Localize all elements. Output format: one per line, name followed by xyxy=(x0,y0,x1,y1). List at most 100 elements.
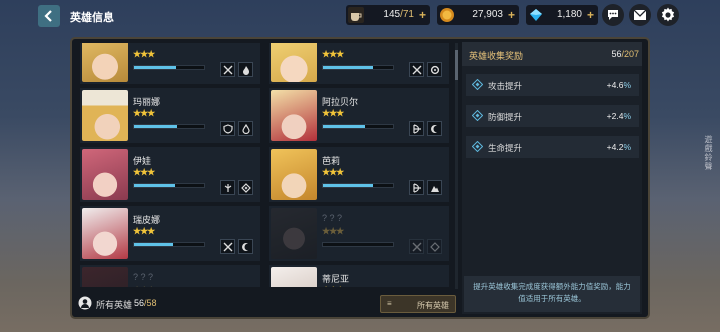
gear-icon xyxy=(430,65,439,74)
hero-name: 玛丽娜 xyxy=(133,97,161,107)
hero-name: ? ? ? xyxy=(322,213,343,223)
hero-silhouette-icon xyxy=(78,296,92,310)
staff-icon xyxy=(224,183,231,192)
gold-value: 27,903 xyxy=(472,9,503,20)
stat-row-attack: 攻击提升 +4.6% xyxy=(466,74,639,96)
hero-portrait xyxy=(82,90,128,141)
water-drop-icon xyxy=(241,123,250,134)
hero-stars: ★★★ xyxy=(322,226,344,236)
hero-name: 伊娃 xyxy=(133,156,152,166)
hero-stars: ★★★ xyxy=(322,285,344,287)
gem-counter[interactable]: 1,180 + xyxy=(526,5,598,25)
bow-icon xyxy=(412,123,421,134)
hero-xp-bar xyxy=(133,124,205,129)
chat-button[interactable] xyxy=(602,4,624,26)
stamina-value: 145/71 xyxy=(383,9,414,20)
hero-stars: ★★★ xyxy=(322,108,344,118)
hero-stars: ★★★ xyxy=(322,167,344,177)
class-badge xyxy=(409,62,424,77)
hero-stars: ★★★ xyxy=(133,49,155,59)
hero-portrait xyxy=(271,267,317,287)
hero-name: 瑞皮娜 xyxy=(133,215,161,225)
moon-icon xyxy=(430,124,437,133)
element-badge xyxy=(427,239,442,254)
gold-counter[interactable]: 27,903 + xyxy=(437,5,519,25)
back-button[interactable] xyxy=(38,5,60,27)
hero-name: 阿拉贝尔 xyxy=(322,97,359,107)
stat-label: 防御提升 xyxy=(488,112,523,122)
hero-xp-bar xyxy=(133,183,205,188)
shield-icon xyxy=(222,123,233,134)
hero-xp-bar xyxy=(322,65,394,70)
class-badge xyxy=(220,180,235,195)
mail-icon xyxy=(633,9,647,20)
element-badge xyxy=(427,180,442,195)
page-title: 英雄信息 xyxy=(70,12,114,24)
element-badge xyxy=(427,62,442,77)
hero-xp-bar xyxy=(322,242,394,247)
stat-row-hp: 生命提升 +4.2% xyxy=(466,136,639,158)
class-badge xyxy=(409,239,424,254)
stat-row-defense: 防御提升 +2.4% xyxy=(466,105,639,127)
coffee-cup-icon xyxy=(348,7,364,23)
fire-icon xyxy=(242,65,249,75)
stat-value: +2.4% xyxy=(606,111,631,121)
element-badge xyxy=(238,239,253,254)
hero-card[interactable]: ★★★ xyxy=(269,43,449,84)
hero-portrait xyxy=(82,267,128,287)
hero-stars: ★★★ xyxy=(133,167,155,177)
gem-value: 1,180 xyxy=(556,9,582,20)
hero-card[interactable]: 芭莉 ★★★ xyxy=(269,147,449,202)
stat-value: +4.2% xyxy=(606,142,631,152)
watermark: 遊戲鈴聲 xyxy=(704,135,713,171)
hero-name: ? ? ? xyxy=(133,272,154,282)
hero-xp-bar xyxy=(133,65,205,70)
add-gold-icon[interactable]: + xyxy=(508,8,515,22)
moon-icon xyxy=(241,242,248,251)
mail-button[interactable] xyxy=(629,4,651,26)
crossed-swords-icon xyxy=(412,242,421,251)
stat-label: 攻击提升 xyxy=(488,81,523,91)
diamond-icon xyxy=(530,9,542,21)
hero-card[interactable]: 伊娃 ★★★ xyxy=(80,147,260,202)
diamond-bullet-icon xyxy=(472,141,483,152)
hero-portrait xyxy=(82,43,128,82)
list-filter-icon: ≡ xyxy=(387,299,392,308)
stat-label: 生命提升 xyxy=(488,143,523,153)
element-badge xyxy=(238,62,253,77)
hero-card[interactable]: 蒂尼亚 ★★★ xyxy=(269,265,449,287)
element-badge xyxy=(238,121,253,136)
mountain-icon xyxy=(430,185,439,192)
hero-stars: ★★★ xyxy=(133,108,155,118)
diamond-rune-icon xyxy=(240,182,251,193)
gear-icon xyxy=(661,7,675,22)
hero-stars: ★★★ xyxy=(133,226,155,236)
hero-portrait xyxy=(82,208,128,259)
all-heroes-label: 所有英雄 xyxy=(96,300,133,310)
hero-card[interactable]: 玛丽娜 ★★★ xyxy=(80,88,260,143)
hero-card[interactable]: 阿拉贝尔 ★★★ xyxy=(269,88,449,143)
diamond-rune-icon xyxy=(429,241,440,252)
hero-grid[interactable]: ★★★ ★★★ 玛丽娜 ★★★ 阿拉贝尔 ★★★ 伊娃 ★★★ 芭莉 ★★★ 瑞… xyxy=(80,43,452,287)
hero-portrait xyxy=(82,149,128,200)
bow-icon xyxy=(412,182,421,193)
class-badge xyxy=(220,121,235,136)
hero-card-locked[interactable]: ? ? ? ★★★ xyxy=(269,206,449,261)
collection-count: 56/207 xyxy=(611,49,639,59)
class-badge xyxy=(220,239,235,254)
collection-reward-title: 英雄收集奖励 xyxy=(469,51,524,61)
scrollbar-thumb[interactable] xyxy=(455,50,458,80)
crossed-swords-icon xyxy=(412,65,421,74)
add-gems-icon[interactable]: + xyxy=(587,8,594,22)
hero-count: 56/58 xyxy=(134,298,157,308)
diamond-bullet-icon xyxy=(472,79,483,90)
hero-card-locked[interactable]: ? ? ? ★★★ xyxy=(80,265,260,287)
filter-label: 所有英雄 xyxy=(417,301,449,310)
diamond-bullet-icon xyxy=(472,110,483,121)
hero-card[interactable]: 瑞皮娜 ★★★ xyxy=(80,206,260,261)
add-stamina-icon[interactable]: + xyxy=(419,8,426,22)
stamina-counter[interactable]: 145/71 + xyxy=(346,5,430,25)
hero-filter-button[interactable]: ≡ 所有英雄 xyxy=(380,295,456,313)
hero-card[interactable]: ★★★ xyxy=(80,43,260,84)
settings-button[interactable] xyxy=(657,4,679,26)
